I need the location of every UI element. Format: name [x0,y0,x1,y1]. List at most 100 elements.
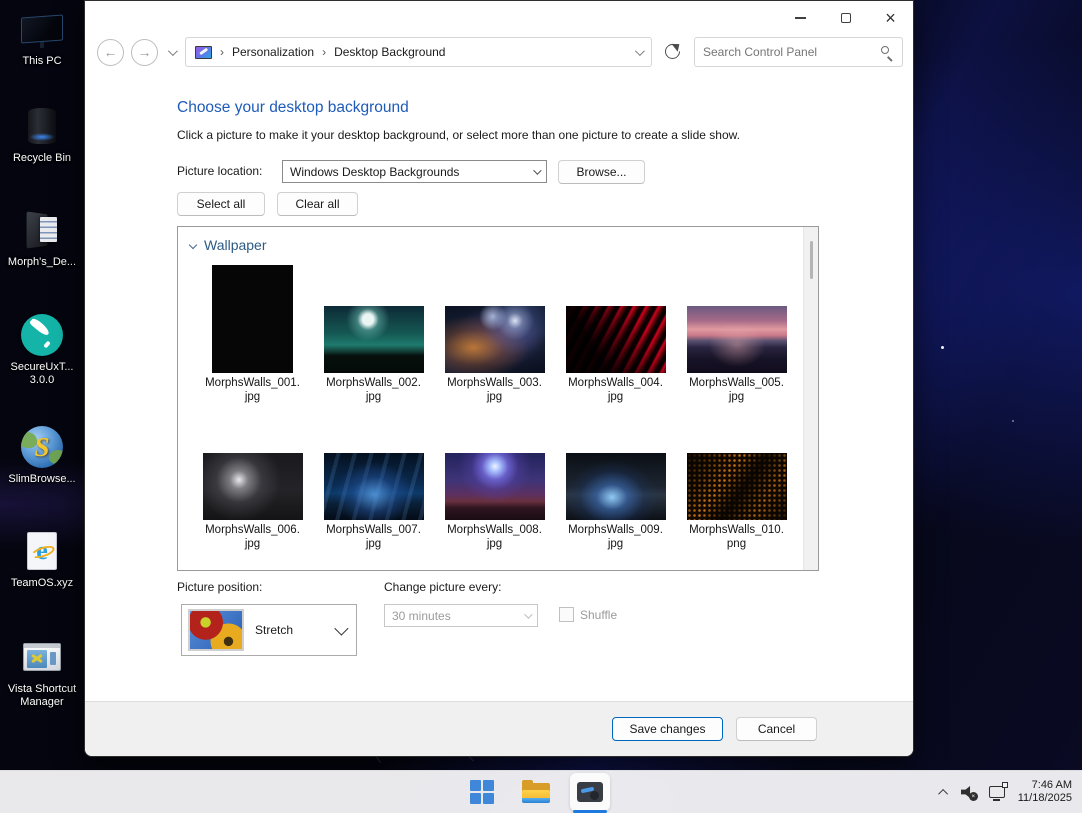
select-all-button[interactable]: Select all [177,192,265,216]
internet-shortcut-icon: e [27,528,57,574]
wallpaper-thumbnail[interactable] [324,306,424,373]
breadcrumb-separator: › [220,45,224,59]
wallpaper-item[interactable]: MorphsWalls_005.jpg [676,265,797,404]
wallpaper-item[interactable]: MorphsWalls_009.jpg [555,453,676,551]
minimize-button[interactable] [778,1,823,35]
wallpaper-group-header[interactable]: Wallpaper [190,235,818,255]
gallery-scrollbar[interactable] [803,227,818,570]
personalization-app-icon [577,782,603,802]
wallpaper-gallery[interactable]: Wallpaper MorphsWalls_001.jpg MorphsWall… [177,226,819,571]
forward-button[interactable]: → [131,39,158,66]
wallpaper-thumbnail[interactable] [203,453,303,520]
desktop-icon-slimbrowser[interactable]: S SlimBrowse... [0,424,84,486]
file-explorer-button[interactable] [516,773,556,811]
breadcrumb-separator: › [322,45,326,59]
chevron-down-icon [533,166,541,174]
system-tray: × 7:46 AM 11/18/2025 [941,771,1072,813]
wallpaper-item[interactable]: MorphsWalls_010.png [676,453,797,551]
picture-position-select[interactable]: Stretch [181,604,357,656]
shuffle-checkbox [559,607,574,622]
wallpaper-item[interactable]: MorphsWalls_002.jpg [313,265,434,404]
desktop-icon-vista-shortcut-manager[interactable]: Vista Shortcut Manager [0,634,84,709]
breadcrumb[interactable]: › Personalization › Desktop Background [185,37,652,67]
picture-location-select[interactable]: Windows Desktop Backgrounds [282,160,547,183]
recent-locations-chevron-icon[interactable] [168,46,178,56]
change-picture-label: Change picture every: [384,580,501,594]
wallpaper-thumbnail[interactable] [566,453,666,520]
wallpaper-star [1012,420,1014,422]
wallpaper-item[interactable]: MorphsWalls_007.jpg [313,453,434,551]
picture-position-label: Picture position: [177,580,262,594]
wallpaper-thumbnail[interactable] [445,453,545,520]
wallpaper-filename: MorphsWalls_010.png [689,523,784,551]
search-input[interactable] [703,45,880,59]
wallpaper-item[interactable]: MorphsWalls_003.jpg [434,265,555,404]
wallpaper-filename: MorphsWalls_001.jpg [205,376,300,404]
maximize-button[interactable] [823,1,868,35]
maximize-icon [841,13,851,23]
this-pc-icon [21,6,63,52]
wallpaper-star [941,346,944,349]
close-button[interactable]: × [868,1,913,35]
wallpaper-thumbnail[interactable] [212,265,293,373]
browse-button[interactable]: Browse... [558,160,645,184]
refresh-button[interactable] [662,41,684,63]
collapse-chevron-icon[interactable] [189,241,197,249]
desktop-icon-morphs-de[interactable]: Morph's_De... [0,207,84,269]
desktop-icon-recycle-bin[interactable]: Recycle Bin [0,103,84,165]
personalization-icon [195,46,212,59]
dialog-footer: Save changes Cancel [85,701,913,756]
save-changes-button[interactable]: Save changes [612,717,723,741]
windows-logo-icon [470,780,494,804]
desktop-icon-teamos[interactable]: e TeamOS.xyz [0,528,84,590]
start-button[interactable] [462,773,502,811]
gallery-scrollbar-thumb[interactable] [810,241,813,279]
minimize-icon [795,17,806,19]
back-arrow-icon: ← [104,44,118,60]
back-button[interactable]: ← [97,39,124,66]
cancel-button[interactable]: Cancel [736,717,817,741]
picture-position-value: Stretch [255,623,293,637]
clock-date: 11/18/2025 [1018,792,1072,806]
change-picture-select: 30 minutes [384,604,538,627]
wallpaper-filename: MorphsWalls_009.jpg [568,523,663,551]
search-icon [880,45,894,59]
picture-location-label: Picture location: [177,164,262,178]
breadcrumb-item-personalization[interactable]: Personalization [232,45,314,59]
breadcrumb-item-desktop-background[interactable]: Desktop Background [334,45,445,59]
wallpaper-filename: MorphsWalls_003.jpg [447,376,542,404]
chevron-down-icon [334,622,348,636]
desktop-background-panel: Choose your desktop background Click a p… [85,73,913,701]
desktop-icon-this-pc[interactable]: This PC [0,6,84,68]
desktop-icon-label: This PC [22,55,61,68]
desktop-icon-label: SlimBrowse... [8,473,75,486]
desktop-icon-label: TeamOS.xyz [11,577,73,590]
control-panel-taskbar-button[interactable] [570,773,610,811]
navigation-bar: ← → › Personalization › Desktop Backgrou… [85,35,913,73]
wallpaper-thumbnail[interactable] [445,306,545,373]
wallpaper-item[interactable]: MorphsWalls_006.jpg [192,453,313,551]
wallpaper-thumbnail[interactable] [324,453,424,520]
close-icon: × [885,9,896,27]
wallpaper-thumbnail[interactable] [566,306,666,373]
desktop-icon-secureuxt[interactable]: SecureUxT... 3.0.0 [0,312,84,387]
desktop-icon-label: Recycle Bin [13,152,71,165]
taskbar-clock[interactable]: 7:46 AM 11/18/2025 [1018,779,1072,806]
network-icon[interactable] [989,786,1005,798]
picture-location-value: Windows Desktop Backgrounds [290,165,459,179]
clear-all-button[interactable]: Clear all [277,192,358,216]
volume-muted-icon[interactable]: × [961,786,976,799]
desktop: { "desktop": { "icons": [ { "label": "Th… [0,0,1082,813]
taskbar: × 7:46 AM 11/18/2025 [0,770,1082,813]
search-box[interactable] [694,37,903,67]
wallpaper-thumbnail[interactable] [687,306,787,373]
hidden-icons-chevron-icon[interactable] [938,788,948,798]
wallpaper-item[interactable]: MorphsWalls_008.jpg [434,453,555,551]
window-x-icon [23,634,61,680]
wallpaper-thumbnail[interactable] [687,453,787,520]
shuffle-option: Shuffle [559,607,617,622]
title-bar[interactable]: × [85,1,913,35]
address-dropdown-chevron-icon[interactable] [635,46,645,56]
wallpaper-item[interactable]: MorphsWalls_004.jpg [555,265,676,404]
wallpaper-item[interactable]: MorphsWalls_001.jpg [192,265,313,404]
